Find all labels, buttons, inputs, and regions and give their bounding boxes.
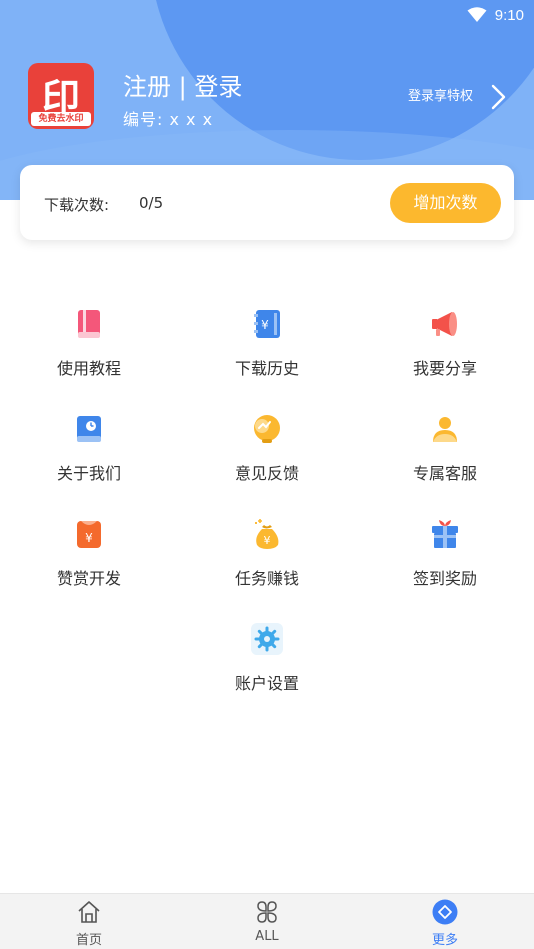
download-history-icon: ¥ — [254, 310, 280, 338]
reward-developer-icon: ¥ — [77, 521, 101, 548]
svg-text:¥: ¥ — [264, 534, 271, 547]
menu-item-task-earn[interactable]: ¥ 任务赚钱 — [178, 517, 356, 607]
tutorial-book-icon — [78, 310, 100, 338]
menu-item-label: 签到奖励 — [412, 569, 477, 588]
menu-item-label: 使用教程 — [56, 359, 121, 378]
menu-item-download-history[interactable]: ¥ 下载历史 — [178, 307, 356, 397]
add-downloads-button[interactable]: 增加次数 — [390, 183, 501, 223]
download-count-value: 0/5 — [139, 194, 164, 212]
user-id-text: 编号: x x x — [123, 110, 214, 129]
nav-tab-label: 更多 — [431, 933, 458, 948]
menu-item-tutorial[interactable]: 使用教程 — [0, 307, 178, 397]
about-us-icon — [77, 416, 101, 442]
login-privilege-link[interactable]: 登录享特权 — [408, 85, 473, 104]
menu-item-label: 下载历史 — [234, 359, 299, 378]
bottom-navigation: 首页 ALL 更多 — [0, 893, 534, 949]
svg-text:¥: ¥ — [85, 531, 93, 545]
wifi-icon — [467, 7, 487, 22]
menu-item-feedback[interactable]: 意见反馈 — [178, 412, 356, 502]
app-logo: 印 免费去水印 — [28, 63, 94, 129]
menu-item-label: 任务赚钱 — [234, 569, 299, 588]
menu-item-about-us[interactable]: 关于我们 — [0, 412, 178, 502]
sign-in-gift-icon — [432, 520, 458, 548]
menu-item-account-settings[interactable]: 账户设置 — [178, 622, 356, 712]
menu-item-customer-service[interactable]: 专属客服 — [356, 412, 534, 502]
login-register-link[interactable]: 注册 | 登录 — [123, 67, 242, 102]
menu-item-label: 意见反馈 — [234, 464, 299, 483]
account-settings-icon — [251, 623, 283, 655]
task-money-bag-icon: ¥ — [255, 519, 279, 549]
megaphone-share-icon — [432, 312, 457, 336]
nav-tab-label: ALL — [255, 929, 279, 944]
nav-tab-more[interactable]: 更多 — [356, 894, 534, 949]
nav-tab-label: 首页 — [75, 933, 102, 948]
customer-service-icon — [433, 417, 457, 442]
home-icon — [78, 901, 100, 923]
nav-tab-all[interactable]: ALL — [178, 894, 356, 949]
more-icon — [432, 899, 458, 925]
feedback-icon — [254, 415, 280, 443]
nav-tab-home[interactable]: 首页 — [0, 894, 178, 949]
download-count-label: 下载次数: — [44, 196, 110, 214]
menu-item-reward-developer[interactable]: ¥ 赞赏开发 — [0, 517, 178, 607]
menu-item-share[interactable]: 我要分享 — [356, 307, 534, 397]
all-categories-icon — [257, 901, 277, 923]
status-time: 9:10 — [494, 6, 524, 24]
menu-item-sign-in-reward[interactable]: 签到奖励 — [356, 517, 534, 607]
menu-item-label: 我要分享 — [412, 359, 477, 378]
chevron-right-icon[interactable] — [488, 83, 510, 111]
menu-item-label: 关于我们 — [56, 464, 121, 483]
status-bar: 9:10 — [467, 0, 534, 30]
svg-text:¥: ¥ — [261, 318, 269, 332]
menu-item-label: 账户设置 — [234, 674, 299, 693]
download-count-card: 下载次数: 0/5 增加次数 — [20, 165, 514, 240]
menu-item-label: 赞赏开发 — [56, 569, 121, 588]
menu-item-label: 专属客服 — [412, 464, 477, 483]
logo-band-text: 免费去水印 — [31, 112, 91, 126]
